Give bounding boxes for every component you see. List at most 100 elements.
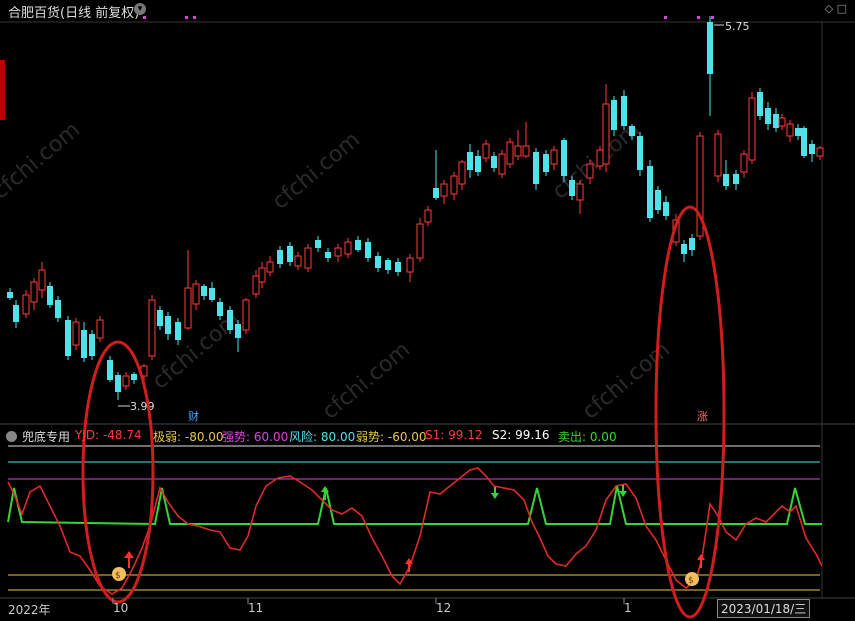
candlesticks [7,16,824,400]
candle-body [175,322,181,340]
candle-body [637,136,643,170]
indicator-value-5: S1: 99.12 [425,428,483,442]
candle-body [655,190,661,210]
candle-body [217,302,223,316]
candle-body [30,281,38,303]
candle-body [365,242,371,258]
candle-body [533,152,539,184]
candle-body [786,123,794,137]
x-label-dec: 12 [436,601,452,615]
indicator-value-2: 强势: 60.00 [222,430,289,444]
candle-body [209,288,215,300]
candle-body [801,128,807,156]
candle-body [816,147,824,157]
candle-body [55,300,61,318]
candle-body [778,117,786,127]
indicator-value-0: YJD: -48.74 [75,428,142,442]
highlight-ellipse [654,205,726,619]
candle-body [334,247,342,257]
candle-body [355,240,361,250]
watermark-text: cfchi.com [268,127,365,214]
money-bag-icon: $ [112,567,126,581]
finance-marker: 财 [188,409,199,423]
candle-body [433,188,439,198]
high-label: 5.75 [725,20,750,33]
indicator-value-7: 卖出: 0.00 [558,430,617,444]
candle-body [498,153,506,175]
candle-body [258,267,266,283]
watermark-text: cfchi.com [318,337,415,424]
candle-body [235,324,241,338]
candle-body [714,133,722,177]
candle-body [596,149,604,167]
candle-body [277,250,283,264]
low-label: 3.99 [130,400,155,413]
candle-body [733,174,739,184]
candle-body [663,202,669,216]
candle-body [89,334,95,356]
indicator-collapse-icon[interactable] [6,431,17,442]
candle-body [72,321,80,346]
candle-body [165,316,171,334]
candle-body [681,244,687,254]
candle-body [294,255,302,267]
candle-body [522,145,530,157]
candle-body [586,163,594,179]
buy-arrows [124,486,705,572]
candle-body [740,153,748,173]
candle-body [184,287,192,329]
svg-text:$: $ [688,576,694,586]
candle-body [81,330,87,358]
candle-body [242,299,250,331]
candle-body [707,22,713,74]
sell-line [7,485,822,526]
money-bag-icon: $ [685,572,699,586]
sell-arrow-icon [491,487,499,499]
stock-chart[interactable]: cfchi.comcfchi.comcfchi.comcfchi.comcfch… [0,0,855,621]
candle-body [201,286,207,296]
sell-arrows [491,485,627,499]
candle-body [227,310,233,330]
candle-body [304,247,312,269]
candle-body [385,260,391,270]
candle-body [115,375,121,392]
buy-arrow-icon [697,554,705,568]
x-label-nov: 11 [248,601,264,615]
candle-body [647,166,653,218]
candle-body [395,262,401,272]
current-date-box: 2023/01/18/三 [717,599,811,618]
candle-body [65,320,71,356]
candle-body [602,103,610,165]
candle-body [795,128,801,136]
candle-body [375,256,381,268]
x-label-year: 2022年 [8,603,51,617]
indicator-value-4: 弱势: -60.00 [356,430,427,444]
watermark-text: cfchi.com [0,117,85,204]
candle-body [440,183,448,197]
candle-body [475,156,481,172]
candle-body [315,240,321,248]
candle-body [107,360,113,380]
candle-body [467,152,473,170]
candle-body [96,319,104,339]
x-label-jan: 1 [624,601,632,615]
candle-body [424,209,432,223]
candle-body [148,299,156,357]
candle-body [629,126,635,136]
candle-body [416,223,424,259]
candle-body [561,140,567,176]
candle-body [157,310,163,326]
candle-body [287,246,293,262]
x-label-oct: 10 [113,601,129,615]
candle-body [13,305,19,322]
candle-body [514,145,522,157]
buy-arrow-icon [124,551,134,568]
candle-body [7,292,13,298]
candle-body [47,286,53,305]
x-axis-ticks [112,598,625,604]
candle-body [406,257,414,273]
candle-body [482,143,490,159]
candle-body [611,100,617,130]
candle-body [22,294,30,315]
candle-body [344,241,352,255]
